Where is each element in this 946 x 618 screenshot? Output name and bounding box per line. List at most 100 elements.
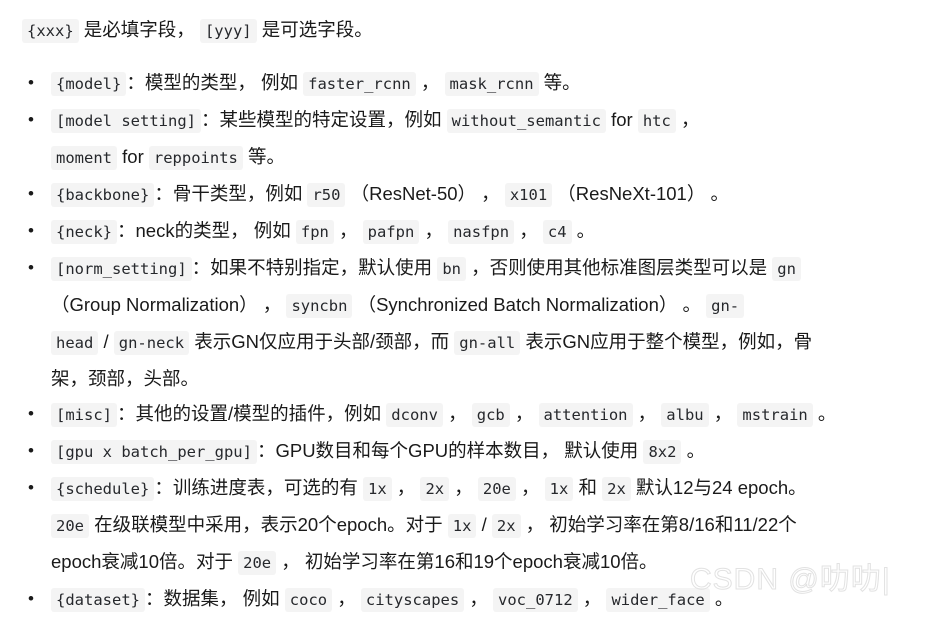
- code-token: attention: [538, 403, 633, 427]
- intro-optional-text: 是可选字段。: [256, 19, 373, 40]
- code-token: {model}: [51, 72, 127, 96]
- code-token: x101: [504, 183, 553, 207]
- list-item-neck: • {neck} ：neck的类型， 例如 fpn ， pafpn ， nasfpn…: [14, 213, 936, 250]
- code-token: c4: [542, 220, 572, 244]
- text-run: 表示GN仅应用于头部/颈部，而: [189, 331, 455, 352]
- code-token: gcb: [471, 403, 510, 427]
- bullet-marker-icon: •: [28, 73, 34, 92]
- code-token: albu: [661, 403, 709, 427]
- text-run: ，: [391, 477, 421, 498]
- code-token: {schedule}: [51, 477, 155, 501]
- code-token: 2x: [491, 514, 521, 538]
- code-token: 1x: [447, 514, 477, 538]
- text-run: ，: [333, 220, 363, 241]
- text-run: 在级联模型中采用，表示20个epoch。对于: [89, 514, 448, 535]
- code-token: faster_rcnn: [303, 72, 416, 96]
- text-run: ，: [509, 403, 539, 424]
- list-item-gpu-batch-per-gpu: • [gpu x batch_per_gpu] ：GPU数目和每个GPU的样本数目，…: [14, 433, 936, 470]
- code-token: htc: [637, 109, 676, 133]
- code-token: coco: [284, 588, 333, 612]
- text-run: ， 初始学习率在第8/16和11/22个: [520, 514, 797, 535]
- code-token: [misc]: [51, 403, 117, 427]
- list-item-body: [norm_setting] ：如果不特别指定，默认使用 bn ，否则使用其他标准…: [51, 250, 936, 396]
- list-item-body: {backbone} ：骨干类型，例如 r50 （ResNet-50） ， x10…: [51, 176, 936, 213]
- text-run: ，: [464, 588, 493, 609]
- text-run: ：如果不特别指定，默认使用: [191, 257, 438, 278]
- list-item-backbone: • {backbone} ：骨干类型，例如 r50 （ResNet-50） ， x1…: [14, 176, 936, 213]
- code-token: without_semantic: [446, 109, 606, 133]
- list-item-line: {neck} ：neck的类型， 例如 fpn ， pafpn ， nasfpn …: [51, 213, 936, 250]
- text-run: for: [605, 109, 638, 130]
- bullet-marker-icon: •: [28, 258, 34, 277]
- code-token: fpn: [295, 220, 334, 244]
- code-token: gn-all: [454, 331, 521, 355]
- list-item-body: [misc] ：其他的设置/模型的插件，例如 dconv ， gcb ， atte…: [51, 396, 936, 433]
- code-token: r50: [307, 183, 346, 207]
- list-item-line: [norm_setting] ：如果不特别指定，默认使用 bn ，否则使用其他标准…: [51, 250, 936, 287]
- text-run: ：某些模型的特定设置，例如: [200, 109, 447, 130]
- list-item-schedule: • {schedule} ：训练进度表，可选的有 1x ， 2x ， 20e ， 1…: [14, 470, 936, 581]
- text-run: ：模型的类型， 例如: [126, 72, 304, 93]
- code-token: mask_rcnn: [444, 72, 539, 96]
- code-token: gn: [772, 257, 801, 281]
- text-run: ，: [419, 220, 449, 241]
- text-run: ：其他的设置/模型的插件，例如: [117, 403, 387, 424]
- text-run: /: [476, 514, 492, 535]
- code-token: {backbone}: [51, 183, 155, 207]
- text-run: 。: [681, 440, 706, 461]
- text-run: （ResNeXt-101） 。: [552, 183, 729, 204]
- text-run: （Group Normalization） ，: [51, 294, 287, 315]
- code-token: bn: [437, 257, 466, 281]
- code-token: {dataset}: [51, 588, 145, 612]
- code-token: moment: [51, 146, 117, 170]
- text-run: 等。: [538, 72, 581, 93]
- text-run: 表示GN应用于整个模型，例如，骨: [520, 331, 813, 352]
- list-item-norm-setting: • [norm_setting] ：如果不特别指定，默认使用 bn ，否则使用其他标…: [14, 250, 936, 396]
- code-token: [gpu x batch_per_gpu]: [51, 440, 257, 464]
- text-run: ：neck的类型， 例如: [117, 220, 296, 241]
- bullet-marker-icon: •: [28, 404, 34, 423]
- code-token: 20e: [51, 514, 89, 538]
- intro-required-text: 是必填字段，: [78, 19, 200, 40]
- bullet-marker-icon: •: [28, 441, 34, 460]
- text-run: （Synchronized Batch Normalization） 。: [352, 294, 707, 315]
- code-token: dconv: [386, 403, 443, 427]
- list-item-line: 20e 在级联模型中采用，表示20个epoch。对于 1x / 2x ， 初始学…: [51, 507, 936, 544]
- list-item-line: {backbone} ：骨干类型，例如 r50 （ResNet-50） ， x10…: [51, 176, 936, 213]
- code-token: 8x2: [643, 440, 682, 464]
- code-token: voc_0712: [493, 588, 578, 612]
- text-run: ：训练进度表，可选的有: [154, 477, 363, 498]
- text-run: 架，颈部，头部。: [51, 368, 200, 389]
- text-run: ，: [577, 588, 607, 609]
- text-run: ，: [449, 477, 478, 498]
- text-run: ：数据集， 例如: [145, 588, 285, 609]
- code-token: cityscapes: [360, 588, 465, 612]
- text-run: 。: [812, 403, 837, 424]
- code-token: nasfpn: [448, 220, 515, 244]
- text-run: /: [98, 331, 114, 352]
- bullet-marker-icon: •: [28, 478, 34, 497]
- text-run: 和: [573, 477, 603, 498]
- text-run: ，: [675, 109, 700, 130]
- bullet-marker-icon: •: [28, 589, 34, 608]
- text-run: ，: [415, 72, 445, 93]
- text-run: ：骨干类型，例如: [154, 183, 308, 204]
- list-item-line: head / gn-neck 表示GN仅应用于头部/颈部，而 gn-all 表示…: [51, 324, 936, 361]
- text-run: epoch衰减10倍。对于: [51, 551, 239, 572]
- bullet-marker-icon: •: [28, 221, 34, 240]
- list-item-model-setting: • [model setting] ：某些模型的特定设置，例如 without_se…: [14, 102, 936, 176]
- text-run: ， 初始学习率在第16和19个epoch衰减10倍。: [276, 551, 658, 572]
- code-token: 2x: [602, 477, 631, 501]
- text-run: ，: [515, 477, 545, 498]
- code-token: {neck}: [51, 220, 117, 244]
- text-run: 。: [709, 588, 734, 609]
- list-item-line: {schedule} ：训练进度表，可选的有 1x ， 2x ， 20e ， 1x…: [51, 470, 936, 507]
- code-token: 20e: [238, 551, 277, 575]
- text-run: ，否则使用其他标准图层类型可以是: [465, 257, 773, 278]
- text-run: ，: [708, 403, 738, 424]
- bullet-marker-icon: •: [28, 110, 34, 129]
- text-run: ，: [632, 403, 662, 424]
- code-token: gn-: [706, 294, 745, 318]
- required-field-token: {xxx}: [22, 19, 79, 43]
- text-run: 默认12与24 epoch。: [630, 477, 807, 498]
